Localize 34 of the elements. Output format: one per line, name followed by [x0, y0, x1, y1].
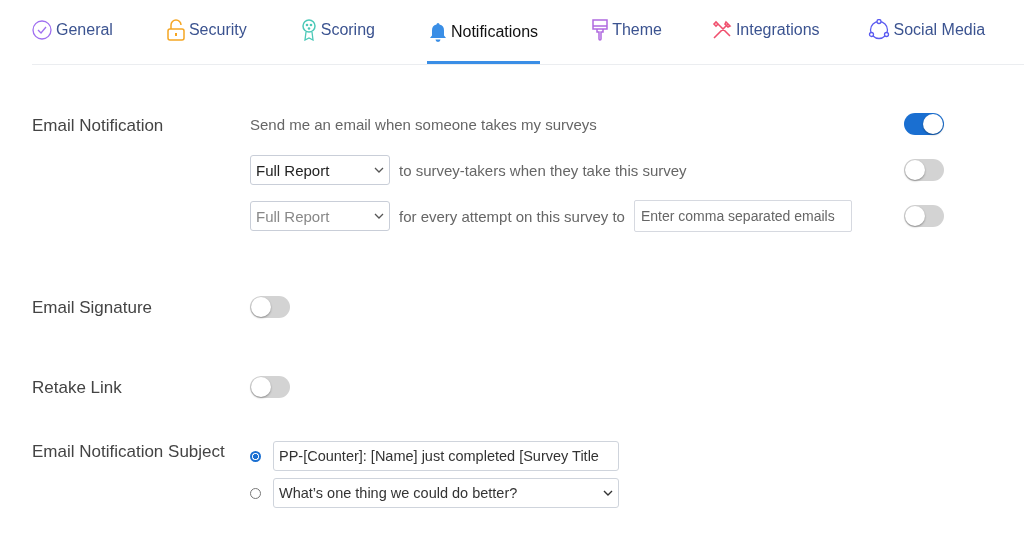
caret-icon — [374, 213, 384, 219]
caret-icon — [374, 167, 384, 173]
radio-button[interactable] — [250, 450, 261, 462]
padlock-icon — [166, 18, 185, 41]
setting-label: Retake Link — [32, 376, 123, 398]
option-text: for every attempt on this survey to — [399, 207, 625, 225]
tab[interactable]: General — [32, 0, 113, 64]
tab[interactable]: Social Media — [867, 0, 986, 64]
option-text: Send me an email when someone takes my surveys — [250, 115, 597, 133]
award-icon — [300, 18, 317, 41]
check-circle-icon — [32, 19, 52, 40]
email-field[interactable]: Enter comma separated emails — [633, 200, 852, 232]
subject-select[interactable]: What’s one thing we could do better? — [273, 478, 619, 508]
tab[interactable]: Theme — [592, 0, 662, 64]
setting-label: Email Notification — [32, 115, 165, 137]
paintbrush-icon — [592, 18, 609, 41]
tab[interactable]: Notifications — [426, 0, 541, 64]
subject-field[interactable]: PP-[Counter]: [Name] just completed [Survey Title — [273, 441, 619, 471]
caret-icon — [603, 490, 613, 496]
setting-label: Email Notification Subject — [32, 441, 226, 463]
option-text: to survey-takers when they take this survey — [399, 161, 687, 179]
toggle-switch[interactable] — [250, 376, 290, 398]
tab[interactable]: Security — [166, 0, 247, 64]
toggle-switch[interactable] — [904, 159, 944, 181]
bell-icon — [428, 21, 447, 42]
toggle-switch[interactable] — [904, 205, 944, 227]
tab[interactable]: Scoring — [300, 0, 375, 64]
share-circle-icon — [867, 18, 890, 41]
tools-icon — [711, 19, 732, 40]
report-select[interactable]: Full Report — [250, 155, 390, 185]
tab[interactable]: Integrations — [711, 0, 820, 64]
toggle-switch[interactable] — [250, 296, 290, 318]
setting-label: Email Signature — [32, 296, 153, 318]
toggle-switch[interactable] — [904, 113, 944, 135]
